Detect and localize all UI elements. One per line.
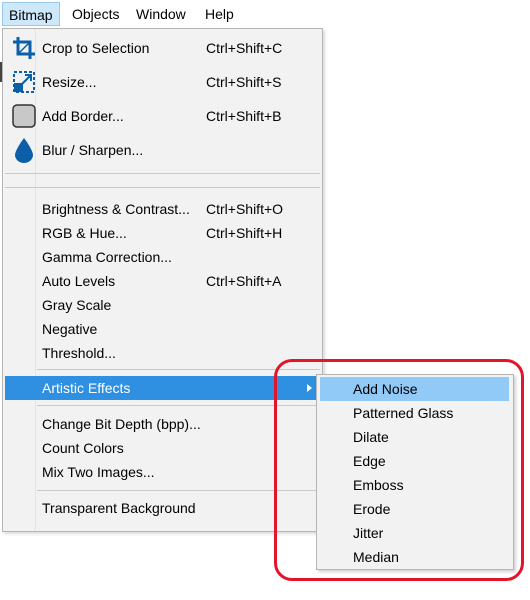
menu-item-add-border[interactable]: Add Border... Ctrl+Shift+B	[3, 99, 322, 133]
menu-item-label: Gamma Correction...	[42, 249, 172, 265]
menu-item-label: Count Colors	[42, 440, 124, 456]
menu-item-blur-sharpen[interactable]: Blur / Sharpen...	[3, 133, 322, 167]
menu-item-artistic-effects[interactable]: Artistic Effects	[5, 376, 320, 400]
menu-item-auto-levels[interactable]: Auto Levels Ctrl+Shift+A	[3, 269, 322, 293]
menu-item-shortcut: Ctrl+Shift+O	[206, 201, 284, 217]
menu-window[interactable]: Window	[130, 2, 192, 26]
resize-icon	[11, 69, 37, 95]
annotation-highlight-box	[274, 359, 524, 581]
menu-item-negative[interactable]: Negative	[3, 317, 322, 341]
menu-item-threshold[interactable]: Threshold...	[3, 341, 322, 365]
menu-item-label: Brightness & Contrast...	[42, 201, 190, 217]
menu-item-label: Artistic Effects	[42, 380, 131, 396]
menu-objects[interactable]: Objects	[66, 2, 125, 26]
menu-item-label: Auto Levels	[42, 273, 116, 289]
menu-item-label: Negative	[42, 321, 98, 337]
menu-item-label: Transparent Background	[42, 500, 196, 516]
menu-item-label: Threshold...	[42, 345, 116, 361]
menu-item-shortcut: Ctrl+Shift+H	[206, 225, 283, 241]
menu-item-label: Add Border...	[42, 108, 124, 124]
border-icon	[11, 103, 37, 129]
crop-icon	[11, 35, 37, 61]
menu-item-resize[interactable]: Resize... Ctrl+Shift+S	[3, 65, 322, 99]
menu-separator	[5, 187, 320, 188]
menu-item-label: Resize...	[42, 74, 97, 90]
menu-item-label: Crop to Selection	[42, 40, 150, 56]
menu-item-rgb-hue[interactable]: RGB & Hue... Ctrl+Shift+H	[3, 221, 322, 245]
menu-item-label: Gray Scale	[42, 297, 112, 313]
menu-item-shortcut: Ctrl+Shift+B	[206, 108, 282, 124]
menu-item-shortcut: Ctrl+Shift+S	[206, 74, 282, 90]
menu-bar: Bitmap Objects Window Help	[0, 0, 530, 28]
menu-bitmap[interactable]: Bitmap	[2, 2, 60, 26]
menu-item-shortcut: Ctrl+Shift+C	[206, 40, 283, 56]
menu-item-gray-scale[interactable]: Gray Scale	[3, 293, 322, 317]
menu-item-label: Blur / Sharpen...	[42, 142, 144, 158]
menu-item-label: RGB & Hue...	[42, 225, 127, 241]
menu-item-brightness-contrast[interactable]: Brightness & Contrast... Ctrl+Shift+O	[3, 197, 322, 221]
menu-separator	[5, 173, 320, 174]
menu-help[interactable]: Help	[199, 2, 240, 26]
menu-item-shortcut: Ctrl+Shift+A	[206, 273, 282, 289]
menu-item-gamma-correction[interactable]: Gamma Correction...	[3, 245, 322, 269]
droplet-icon	[11, 137, 37, 163]
menu-item-crop-to-selection[interactable]: Crop to Selection Ctrl+Shift+C	[3, 31, 322, 65]
menu-item-label: Change Bit Depth (bpp)...	[42, 416, 201, 432]
menu-item-label: Mix Two Images...	[42, 464, 155, 480]
